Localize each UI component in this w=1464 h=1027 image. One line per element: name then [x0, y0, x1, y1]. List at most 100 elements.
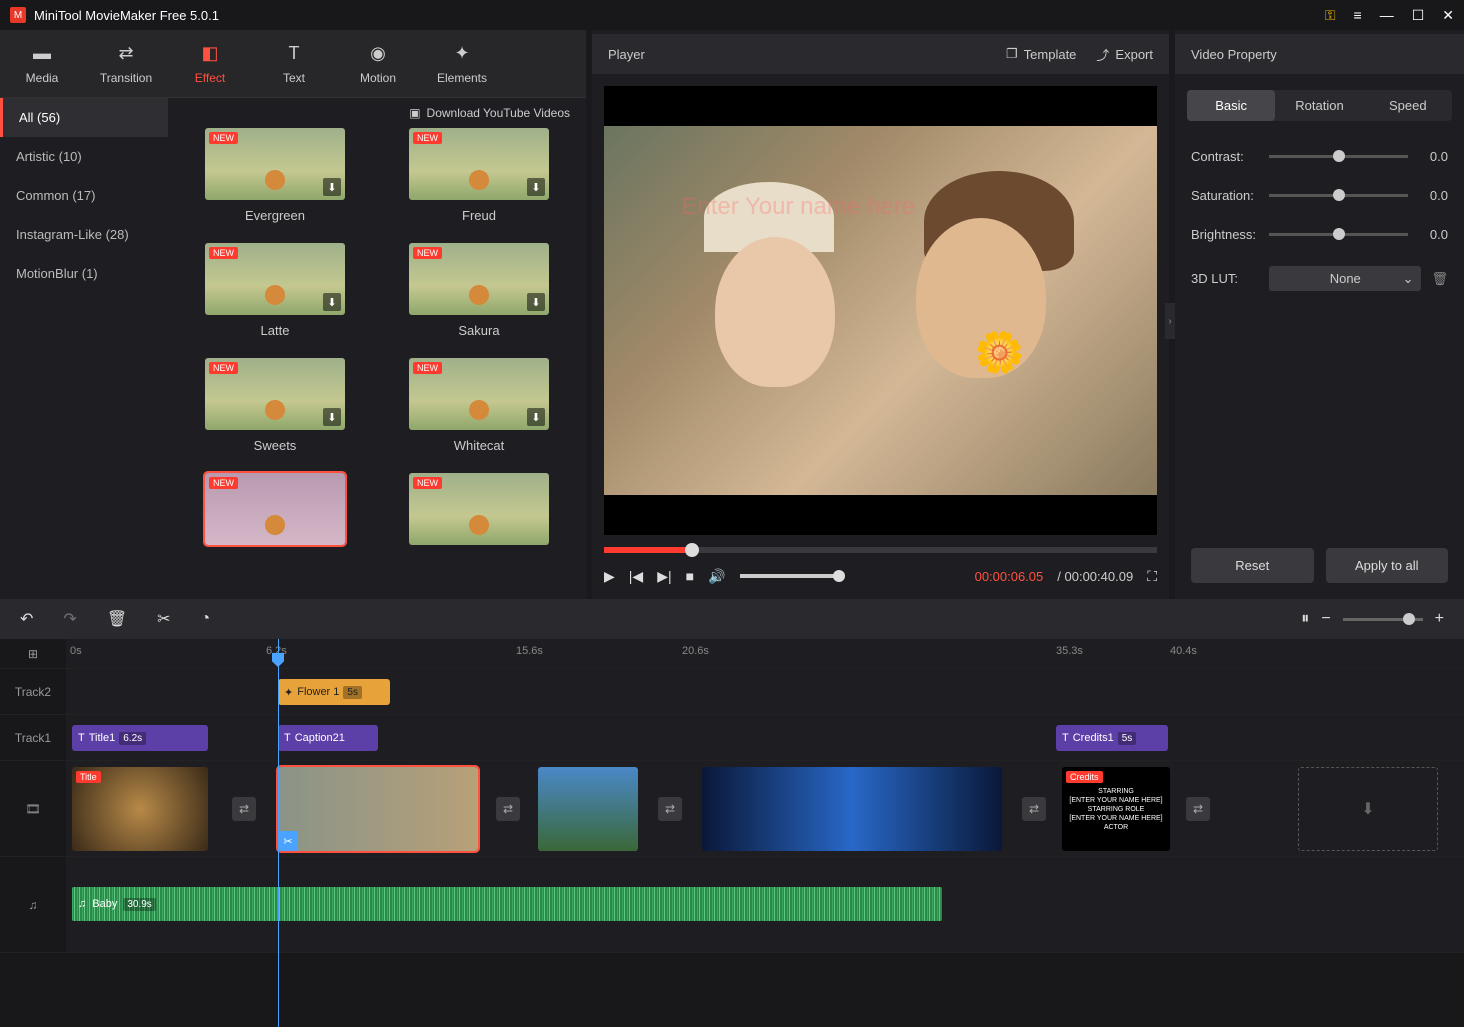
title-overlay-text: Enter Your name here — [681, 193, 915, 221]
minimize-icon[interactable]: — — [1380, 7, 1394, 23]
transition-slot[interactable]: ⇄ — [1022, 797, 1046, 821]
brightness-value: 0.0 — [1418, 227, 1448, 242]
download-icon[interactable]: ⬇ — [323, 408, 341, 426]
export-icon: ⤴ — [1096, 45, 1109, 64]
zoom-out-button[interactable]: − — [1321, 610, 1330, 628]
tab-basic[interactable]: Basic — [1187, 90, 1275, 121]
stop-button[interactable]: ■ — [686, 568, 694, 584]
delete-lut-icon[interactable]: 🗑 — [1431, 271, 1448, 287]
transition-slot[interactable]: ⇄ — [496, 797, 520, 821]
transition-slot[interactable]: ⇄ — [658, 797, 682, 821]
lut-dropdown[interactable]: None — [1269, 266, 1421, 291]
download-icon[interactable]: ⬇ — [527, 293, 545, 311]
video-clip-main[interactable]: ✂ — [278, 767, 478, 851]
effect-item[interactable]: NEW — [178, 473, 372, 559]
tab-motion[interactable]: ◉Motion — [336, 35, 420, 93]
undo-button[interactable]: ↶ — [20, 609, 33, 629]
close-icon[interactable]: ✕ — [1442, 7, 1454, 24]
sidebar-item-common[interactable]: Common (17) — [0, 176, 168, 215]
lut-label: 3D LUT: — [1191, 271, 1259, 286]
flower-clip[interactable]: ✦ Flower 15s — [278, 679, 390, 705]
prev-frame-button[interactable]: |◀ — [629, 568, 643, 585]
playhead[interactable] — [278, 639, 279, 1027]
zoom-slider[interactable] — [1343, 618, 1423, 621]
saturation-slider[interactable] — [1269, 194, 1408, 197]
brightness-slider[interactable] — [1269, 233, 1408, 236]
export-button[interactable]: ⤴Export — [1096, 45, 1153, 64]
sidebar-item-instagram[interactable]: Instagram-Like (28) — [0, 215, 168, 254]
sidebar-item-all[interactable]: All (56) — [0, 98, 168, 137]
tab-elements[interactable]: ✦Elements — [420, 35, 504, 93]
effect-item-evergreen[interactable]: NEW⬇Evergreen — [178, 128, 372, 237]
video-preview[interactable]: Enter Your name here 🌼 — [604, 86, 1157, 535]
fit-zoom-icon[interactable]: ⏸ — [1301, 610, 1309, 628]
asset-tabs: ▬Media ⇄Transition ◧Effect TText ◉Motion… — [0, 30, 586, 98]
titlebar: M MiniTool MovieMaker Free 5.0.1 ⚿ ≡ — ☐… — [0, 0, 1464, 30]
zoom-in-button[interactable]: + — [1435, 610, 1444, 628]
effect-item-sakura[interactable]: NEW⬇Sakura — [382, 243, 576, 352]
download-youtube-link[interactable]: ▣Download YouTube Videos — [168, 98, 586, 128]
player-panel: Player ❐Template ⤴Export Enter Your name… — [592, 30, 1169, 599]
collapse-panel-button[interactable]: › — [1165, 303, 1175, 339]
track2-label: Track2 — [0, 669, 66, 715]
tab-rotation[interactable]: Rotation — [1275, 90, 1363, 121]
player-title: Player — [608, 47, 1006, 62]
brightness-label: Brightness: — [1191, 227, 1259, 242]
key-icon[interactable]: ⚿ — [1325, 7, 1336, 24]
volume-icon[interactable]: 🔊 — [708, 568, 725, 585]
effect-item-whitecat[interactable]: NEW⬇Whitecat — [382, 358, 576, 467]
effect-item[interactable]: NEW — [382, 473, 576, 559]
speed-button[interactable]: ◔ — [201, 610, 211, 628]
maximize-icon[interactable]: ☐ — [1412, 7, 1425, 24]
tab-transition[interactable]: ⇄Transition — [84, 35, 168, 93]
play-button[interactable]: ▶ — [604, 568, 615, 585]
credits-clip[interactable]: T Credits15s — [1056, 725, 1168, 751]
property-panel: › Video Property Basic Rotation Speed Co… — [1175, 30, 1464, 599]
redo-button[interactable]: ↷ — [63, 609, 76, 629]
contrast-slider[interactable] — [1269, 155, 1408, 158]
app-logo: M — [10, 7, 26, 23]
caption-clip[interactable]: T Caption21 — [278, 725, 378, 751]
audio-track-icon: ♫ — [0, 857, 66, 953]
video-clip-title[interactable]: Title — [72, 767, 208, 851]
transition-slot[interactable]: ⇄ — [232, 797, 256, 821]
effect-item-sweets[interactable]: NEW⬇Sweets — [178, 358, 372, 467]
delete-button[interactable]: 🗑 — [107, 609, 127, 629]
video-clip-credits[interactable]: Credits STARRING [ENTER YOUR NAME HERE] … — [1062, 767, 1170, 851]
audio-track[interactable]: ♫ Baby30.9s — [66, 857, 1464, 953]
title1-clip[interactable]: T Title16.2s — [72, 725, 208, 751]
add-track-button[interactable]: ⊞ — [0, 639, 66, 669]
video-clip[interactable] — [538, 767, 638, 851]
template-button[interactable]: ❐Template — [1006, 45, 1076, 64]
tab-effect[interactable]: ◧Effect — [168, 35, 252, 93]
saturation-value: 0.0 — [1418, 188, 1448, 203]
next-frame-button[interactable]: ▶| — [657, 568, 671, 585]
download-icon[interactable]: ⬇ — [527, 408, 545, 426]
video-clip[interactable] — [702, 767, 1002, 851]
tab-text[interactable]: TText — [252, 35, 336, 93]
menu-icon[interactable]: ≡ — [1354, 7, 1362, 23]
effect-item-latte[interactable]: NEW⬇Latte — [178, 243, 372, 352]
video-track-icon: 🎞 — [0, 761, 66, 857]
transition-slot[interactable]: ⇄ — [1186, 797, 1210, 821]
video-track[interactable]: Title ⇄ ✂ ⇄ ⇄ ⇄ Credits STARRING [ENTER … — [66, 761, 1464, 857]
apply-all-button[interactable]: Apply to all — [1326, 548, 1449, 583]
effect-item-freud[interactable]: NEW⬇Freud — [382, 128, 576, 237]
sidebar-item-artistic[interactable]: Artistic (10) — [0, 137, 168, 176]
reset-button[interactable]: Reset — [1191, 548, 1314, 583]
video-dropzone[interactable]: ⬇ — [1298, 767, 1438, 851]
sidebar-item-motionblur[interactable]: MotionBlur (1) — [0, 254, 168, 293]
audio-clip[interactable]: ♫ Baby30.9s — [72, 887, 942, 921]
tab-media[interactable]: ▬Media — [0, 35, 84, 93]
progress-bar[interactable] — [604, 547, 1157, 553]
fullscreen-button[interactable]: ⛶ — [1147, 568, 1157, 585]
download-icon[interactable]: ⬇ — [323, 178, 341, 196]
tab-speed[interactable]: Speed — [1364, 90, 1452, 121]
track1[interactable]: T Title16.2s T Caption21 T Credits15s — [66, 715, 1464, 761]
track2[interactable]: ✦ Flower 15s — [66, 669, 1464, 715]
split-button[interactable]: ✂ — [157, 609, 170, 629]
download-icon[interactable]: ⬇ — [527, 178, 545, 196]
download-icon[interactable]: ⬇ — [323, 293, 341, 311]
flower-element-overlay: 🌼 — [974, 329, 1024, 376]
volume-slider[interactable] — [740, 574, 840, 578]
